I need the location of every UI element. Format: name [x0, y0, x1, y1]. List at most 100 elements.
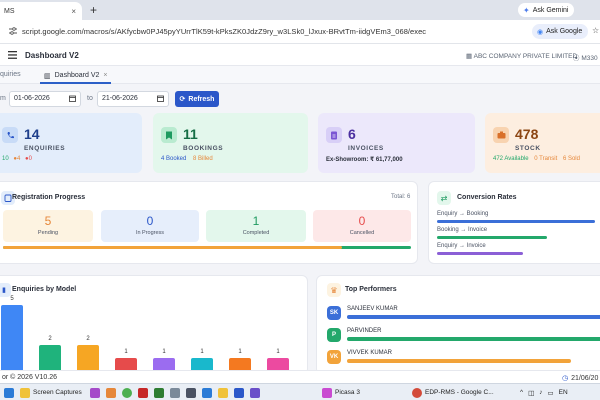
windows-icon: [4, 387, 14, 398]
chrome-icon[interactable]: [122, 387, 132, 398]
ask-gemini-label: Ask Gemini: [532, 6, 569, 14]
warehouse-icon: [493, 127, 509, 143]
app-icon[interactable]: [218, 387, 228, 398]
google-lens-icon: ◉: [537, 28, 544, 36]
tab-dashboard-v2[interactable]: ▥ Dashboard V2 ×: [40, 69, 112, 84]
performer-name: SANJEEV KUMAR: [347, 306, 398, 312]
performer-row[interactable]: VK VIVVEK KUMAR: [317, 350, 600, 370]
taskbar-screen-captures[interactable]: Screen Captures: [20, 387, 82, 398]
registration-progress-fill: [3, 246, 342, 249]
excel-icon[interactable]: [154, 387, 164, 398]
cancelled-box[interactable]: 0 Cancelled: [313, 210, 411, 242]
acrobat-icon[interactable]: [138, 387, 148, 398]
menu-icon[interactable]: [8, 51, 17, 59]
browser-tab-title: MS: [4, 7, 15, 15]
clock-icon: ◷: [562, 375, 569, 382]
invoices-card[interactable]: 6 INVOICES Ex-Showroom: ₹ 61,77,000: [318, 113, 475, 173]
app-icon[interactable]: [170, 387, 180, 398]
vscode-icon[interactable]: [202, 387, 212, 398]
hot-count: 4: [16, 156, 21, 162]
page-title: Dashboard V2: [25, 51, 79, 60]
stock-card[interactable]: 478 STOCK 472 Available 0 Transit 6 Sold: [485, 113, 600, 173]
bookmark-star-icon[interactable]: ☆: [592, 26, 599, 35]
location-pin-icon: ⦿: [573, 55, 580, 62]
app-icon[interactable]: [106, 387, 116, 398]
taskbar-picasa[interactable]: Picasa 3: [322, 387, 360, 398]
os-taskbar: Screen Captures Picasa 3 EDP-RMS - Googl…: [0, 383, 600, 400]
chart-bar-value: 1: [238, 348, 242, 355]
app-icon[interactable]: [186, 387, 196, 398]
start-button[interactable]: [4, 387, 14, 398]
chart-bar[interactable]: [153, 357, 175, 371]
in-progress-label: In Progress: [135, 230, 165, 236]
to-label: to: [87, 95, 93, 102]
footer-date: ◷ 21/06/20: [562, 374, 598, 383]
enquiries-breakdown: 10 ●4 ●0: [2, 156, 32, 162]
avatar: SK: [327, 306, 341, 320]
close-tab-icon[interactable]: ×: [103, 72, 107, 79]
folder-icon: [20, 387, 30, 398]
ask-gemini-button[interactable]: ✦ Ask Gemini: [518, 3, 574, 17]
from-date-input[interactable]: 01-06-2026: [9, 91, 81, 107]
stock-breakdown: 472 Available 0 Transit 6 Sold: [493, 156, 580, 162]
chart-bar-value: 1: [162, 348, 166, 355]
conversion-label: Enquiry → Booking: [437, 211, 489, 217]
pending-box[interactable]: 5 Pending: [3, 210, 93, 242]
chart-bar[interactable]: [267, 357, 289, 371]
browser-tab[interactable]: MS ×: [0, 2, 82, 20]
ask-google-label: Ask Google: [546, 28, 583, 35]
registration-title: Registration Progress: [12, 194, 86, 201]
ask-google-button[interactable]: ◉ Ask Google: [532, 24, 588, 39]
chart-bar-value: 2: [48, 335, 52, 342]
bookings-card[interactable]: 11 BOOKINGS 4 Booked 8 Billed: [153, 113, 308, 173]
in-progress-box[interactable]: 0 In Progress: [101, 210, 199, 242]
building-icon: ▦: [466, 53, 473, 60]
calendar-icon[interactable]: [157, 95, 164, 102]
billed-count: 8 Billed: [193, 156, 213, 162]
tab-enquiries[interactable]: quiries: [0, 71, 21, 78]
address-bar: script.google.com/macros/s/AKfycbw0PJ45p…: [0, 20, 600, 44]
stock-count: 478: [515, 126, 539, 142]
language-indicator[interactable]: EN: [559, 389, 568, 396]
new-tab-button[interactable]: +: [90, 3, 97, 17]
enquiries-by-model-chart: 5 2 2 1 1 1 1 1: [0, 276, 309, 376]
calendar-icon[interactable]: [69, 95, 76, 102]
taskbar-chrome-window[interactable]: EDP-RMS - Google C...: [412, 387, 494, 398]
cancelled-count: 0: [358, 214, 366, 228]
url-input[interactable]: script.google.com/macros/s/AKfycbw0PJ45p…: [22, 27, 426, 36]
refresh-button[interactable]: ⟳ Refresh: [175, 91, 219, 107]
completed-count: 1: [252, 214, 260, 228]
performer-name: PARVINDER: [347, 328, 382, 334]
site-settings-icon[interactable]: [8, 26, 18, 36]
volume-icon[interactable]: ♪: [539, 389, 542, 396]
close-tab-icon[interactable]: ×: [71, 7, 76, 16]
network-icon[interactable]: ◫: [528, 389, 534, 397]
app-header: Dashboard V2 ▦ ABC COMPANY PRIVATE LIMIT…: [0, 44, 600, 66]
chart-bar[interactable]: [115, 357, 137, 371]
app-icon[interactable]: [90, 387, 100, 398]
completed-box[interactable]: 1 Completed: [206, 210, 306, 242]
to-date-input[interactable]: 21-06-2026: [97, 91, 169, 107]
app-icon[interactable]: [250, 387, 260, 398]
chart-bar[interactable]: [1, 305, 23, 371]
chevron-up-icon[interactable]: ^: [520, 389, 523, 396]
registration-total: Total: 6: [391, 194, 411, 200]
performer-row[interactable]: SK SANJEEV KUMAR: [317, 306, 600, 326]
pending-count: 5: [44, 214, 52, 228]
chart-bar[interactable]: [229, 357, 251, 371]
app-icon[interactable]: [234, 387, 244, 398]
performer-row[interactable]: P PARVINDER: [317, 328, 600, 348]
chart-bar[interactable]: [77, 344, 99, 371]
enquiries-card[interactable]: 14 ENQUIRIES 10 ●4 ●0: [0, 113, 142, 173]
conversion-label: Booking → Invoice: [437, 227, 488, 233]
chart-bar[interactable]: [191, 357, 213, 371]
page-tabs: quiries ▥ Dashboard V2 ×: [0, 66, 600, 84]
invoices-count: 6: [348, 126, 356, 142]
chart-bar[interactable]: [39, 344, 61, 371]
conversion-bar: [437, 236, 547, 239]
bookmark-icon: [161, 127, 177, 143]
enquiries-count: 14: [24, 126, 40, 142]
to-date-value: 21-06-2026: [102, 95, 138, 102]
taskbar-chrome-label: EDP-RMS - Google C...: [425, 389, 494, 396]
battery-icon[interactable]: ▭: [547, 389, 553, 397]
